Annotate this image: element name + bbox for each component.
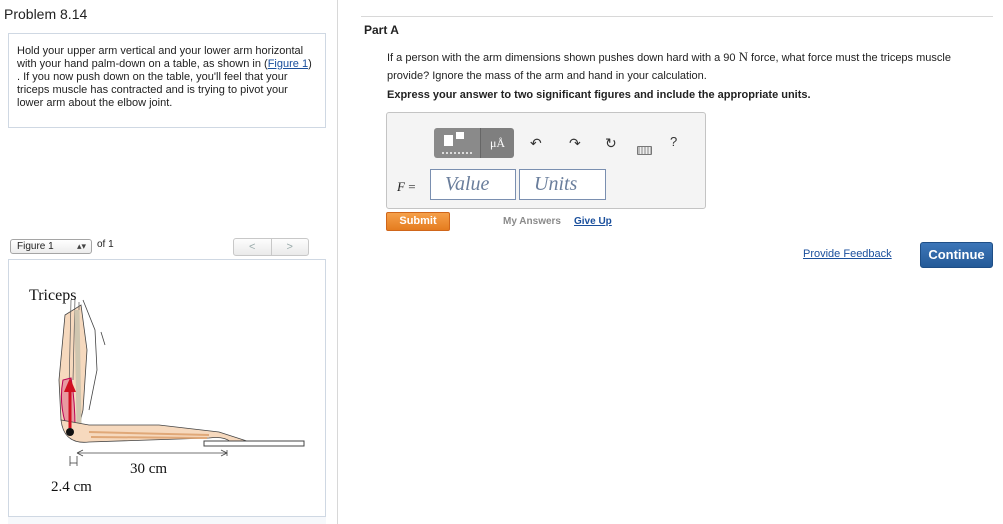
answer-box: μÅ ↶ ↷ ↻ ? F = Value Units (386, 112, 706, 209)
figure-panel: Triceps 30 cm 2.4 cm (8, 259, 326, 517)
template-superscript-icon (456, 132, 464, 139)
undo-icon[interactable]: ↶ (530, 135, 542, 152)
provide-feedback-link[interactable]: Provide Feedback (803, 248, 892, 260)
give-up-link[interactable]: Give Up (574, 216, 612, 227)
figure-panel-footer (8, 516, 326, 524)
left-column: Problem 8.14 Hold your upper arm vertica… (0, 0, 338, 524)
question-before: If a person with the arm dimensions show… (387, 52, 739, 64)
reset-icon[interactable]: ↻ (605, 135, 617, 152)
continue-button[interactable]: Continue (920, 242, 993, 268)
template-square-icon (444, 135, 453, 146)
question-unit: N (738, 49, 748, 64)
figure-pager: < > (233, 238, 309, 256)
dimension-short-label: 2.4 cm (51, 479, 92, 495)
submit-button[interactable]: Submit (386, 212, 450, 231)
select-arrows-icon: ▴▾ (76, 241, 86, 251)
units-symbols-button[interactable]: μÅ (480, 128, 514, 158)
my-answers-label: My Answers (503, 216, 561, 227)
template-toolbar: μÅ (434, 128, 514, 158)
figure-select[interactable]: Figure 1 ▴▾ (10, 239, 92, 254)
part-title: Part A (364, 23, 399, 37)
help-icon[interactable]: ? (670, 134, 677, 149)
figure-navigation: Figure 1 ▴▾ of 1 < > (8, 237, 326, 257)
next-figure-button[interactable]: > (270, 239, 309, 255)
answer-variable: F (397, 179, 405, 194)
keyboard-icon[interactable] (637, 146, 652, 155)
template-line-icon (442, 152, 472, 154)
units-input[interactable]: Units (519, 169, 606, 200)
arm-diagram: Triceps 30 cm 2.4 cm (29, 287, 305, 495)
figure-count: of 1 (97, 239, 114, 250)
answer-equals: = (404, 179, 416, 194)
problem-title: Problem 8.14 (4, 6, 88, 22)
figure-select-value: Figure 1 (17, 241, 54, 252)
part-divider (361, 16, 993, 17)
question-text: If a person with the arm dimensions show… (387, 48, 993, 85)
value-input[interactable]: Value (430, 169, 516, 200)
redo-icon[interactable]: ↷ (569, 135, 581, 152)
problem-intro: Hold your upper arm vertical and your lo… (8, 33, 326, 128)
dimension-long-label: 30 cm (130, 461, 167, 477)
templates-button[interactable] (434, 128, 480, 158)
triceps-label: Triceps (29, 287, 76, 304)
intro-text-before: Hold your upper arm vertical and your lo… (17, 45, 304, 70)
answer-variable-label: F = (397, 179, 416, 195)
prev-figure-button[interactable]: < (234, 239, 271, 255)
answer-instruction: Express your answer to two significant f… (387, 89, 811, 101)
figure-link[interactable]: Figure 1 (268, 58, 308, 70)
